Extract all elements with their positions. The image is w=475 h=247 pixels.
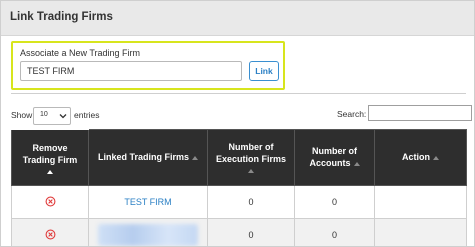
divider (11, 93, 466, 94)
sort-asc-icon (47, 169, 53, 174)
sort-asc-icon (248, 169, 254, 174)
associate-firm-section: Associate a New Trading Firm Link (11, 41, 285, 90)
sort-asc-icon (433, 155, 439, 160)
firm-cell: TEST FIRM (88, 185, 208, 219)
column-label: Number of Accounts (309, 146, 357, 169)
entries-label: entries (74, 110, 100, 120)
action-cell (374, 185, 467, 219)
trading-firm-input[interactable] (20, 61, 242, 81)
column-header-remove[interactable]: Remove Trading Firm (11, 128, 89, 186)
firm-link[interactable]: TEST FIRM (124, 197, 171, 207)
column-label: Action (402, 152, 430, 163)
panel-title: Link Trading Firms (10, 11, 113, 23)
link-trading-firms-panel: Link Trading Firms Associate a New Tradi… (0, 0, 475, 247)
accounts-cell: 0 (294, 185, 375, 219)
linked-firms-table: Remove Trading Firm Linked Trading Firms… (11, 128, 467, 246)
link-button[interactable]: Link (249, 61, 279, 81)
sort-asc-icon (192, 155, 198, 160)
execution-firms-cell: 0 (207, 185, 295, 219)
firm-cell (88, 218, 208, 246)
execution-firms-cell: 0 (207, 218, 295, 246)
remove-cell (11, 218, 89, 246)
accounts-cell: 0 (294, 218, 375, 246)
action-cell (374, 218, 467, 246)
search-input[interactable] (368, 105, 472, 121)
entries-value: 10 (40, 111, 48, 118)
sort-asc-icon (353, 161, 360, 166)
column-header-linked-firms[interactable]: Linked Trading Firms (88, 128, 208, 186)
search-label: Search: (337, 109, 367, 119)
column-header-action[interactable]: Action (374, 128, 467, 186)
table-row: TEST FIRM 0 0 (11, 185, 467, 219)
associate-firm-label: Associate a New Trading Firm (20, 48, 141, 58)
redacted-firm-link[interactable] (98, 224, 198, 246)
remove-cell (11, 185, 89, 219)
column-label: Remove Trading Firm (22, 142, 78, 165)
column-header-execution-firms[interactable]: Number of Execution Firms (207, 128, 295, 186)
table-row: 0 0 (11, 218, 467, 246)
show-label: Show (11, 110, 33, 120)
column-label: Number of Execution Firms (215, 142, 287, 165)
column-label: Linked Trading Firms (97, 152, 189, 163)
column-header-accounts[interactable]: Number of Accounts (294, 128, 375, 186)
table-header-row: Remove Trading Firm Linked Trading Firms… (11, 128, 467, 186)
remove-icon[interactable] (45, 229, 56, 240)
entries-select[interactable]: 10 (33, 107, 71, 125)
panel-header: Link Trading Firms (1, 1, 474, 36)
remove-icon[interactable] (45, 196, 56, 207)
chevron-down-icon (59, 114, 67, 119)
